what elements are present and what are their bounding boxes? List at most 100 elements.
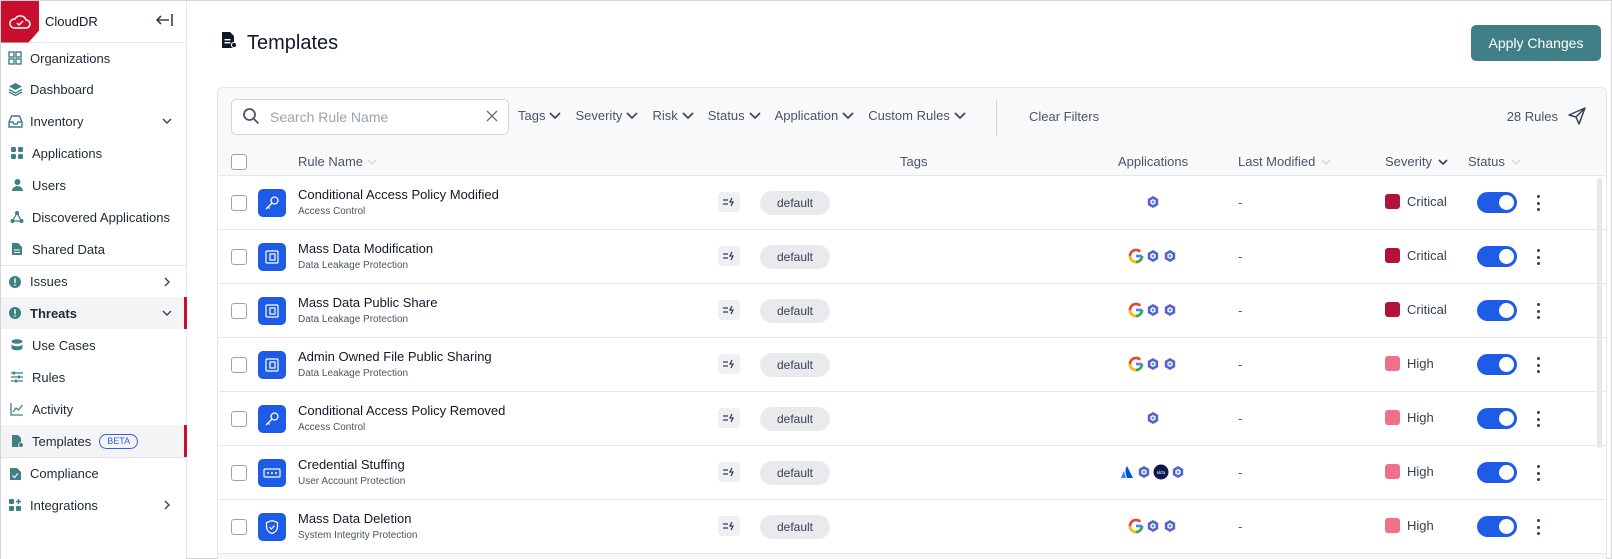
sidebar-item-label: Shared Data — [32, 241, 105, 257]
sidebar-item-activity[interactable]: Activity — [1, 393, 186, 425]
sidebar-item-shared-data[interactable]: Shared Data — [1, 233, 186, 265]
status-toggle[interactable] — [1477, 192, 1517, 213]
rule-name[interactable]: Conditional Access Policy Removed — [298, 403, 505, 418]
application-icons — [1128, 302, 1179, 318]
filter-application[interactable]: Application — [775, 108, 855, 123]
tag-chip: default — [760, 515, 830, 539]
sidebar-item-issues[interactable]: Issues — [1, 265, 186, 297]
user-icon — [9, 177, 25, 193]
table-row[interactable]: Credential Stuffing User Account Protect… — [218, 446, 1606, 500]
sidebar-item-organizations[interactable]: Organizations — [1, 43, 186, 73]
page-title: Templates — [221, 31, 338, 55]
more-options-icon[interactable] — [1532, 301, 1544, 321]
table-row[interactable]: Mass Data Modification Data Leakage Prot… — [218, 230, 1606, 284]
more-options-icon[interactable] — [1532, 193, 1544, 213]
rule-name[interactable]: Mass Data Deletion — [298, 511, 411, 526]
table-row[interactable]: Mass Data Deletion System Integrity Prot… — [218, 500, 1606, 554]
rule-type-icon[interactable] — [718, 354, 740, 374]
collapse-sidebar-icon[interactable] — [155, 13, 174, 32]
more-options-icon[interactable] — [1532, 409, 1544, 429]
status-toggle[interactable] — [1477, 408, 1517, 429]
table-scrollbar[interactable] — [1597, 178, 1602, 448]
rule-name[interactable]: Conditional Access Policy Modified — [298, 187, 499, 202]
rule-category: Access Control — [298, 206, 366, 217]
chevron-right-icon[interactable] — [160, 498, 174, 512]
more-options-icon[interactable] — [1532, 355, 1544, 375]
row-checkbox[interactable] — [231, 465, 247, 481]
status-toggle[interactable] — [1477, 354, 1517, 375]
row-checkbox[interactable] — [231, 519, 247, 535]
ms-icon — [1145, 302, 1161, 318]
table-row[interactable]: Conditional Access Policy Removed Access… — [218, 392, 1606, 446]
rule-type-icon[interactable] — [718, 408, 740, 428]
filter-tags[interactable]: Tags — [518, 108, 562, 123]
severity-badge: Critical — [1385, 248, 1447, 263]
rule-name[interactable]: Mass Data Public Share — [298, 295, 437, 310]
filter-custom-rules[interactable]: Custom Rules — [868, 108, 966, 123]
rule-type-icon[interactable] — [718, 516, 740, 536]
search-input[interactable] — [270, 109, 486, 125]
rule-type-icon[interactable] — [718, 192, 740, 212]
folder-icon — [258, 351, 286, 379]
sidebar-item-rules[interactable]: Rules — [1, 361, 186, 393]
row-checkbox[interactable] — [231, 195, 247, 211]
row-checkbox[interactable] — [231, 411, 247, 427]
rule-type-icon[interactable] — [718, 246, 740, 266]
table-row[interactable]: Admin Owned File Public Sharing Data Lea… — [218, 338, 1606, 392]
chevron-down-icon[interactable] — [160, 306, 174, 320]
sidebar-item-use-cases[interactable]: Use Cases — [1, 329, 186, 361]
rule-name[interactable]: Admin Owned File Public Sharing — [298, 349, 492, 364]
ms-icon — [1145, 248, 1161, 264]
column-last-modified[interactable]: Last Modified — [1238, 154, 1331, 169]
clear-search-icon[interactable] — [486, 110, 498, 125]
template-icon — [9, 433, 25, 449]
row-checkbox[interactable] — [231, 249, 247, 265]
sidebar-item-integrations[interactable]: Integrations — [1, 489, 186, 521]
row-checkbox[interactable] — [231, 303, 247, 319]
rule-type-icon[interactable] — [718, 300, 740, 320]
ms-icon — [1170, 464, 1186, 480]
rule-name[interactable]: Credential Stuffing — [298, 457, 405, 472]
sidebar-item-users[interactable]: Users — [1, 169, 186, 201]
svg-text:okta: okta — [1157, 470, 1166, 475]
last-modified: - — [1238, 519, 1243, 534]
filter-severity[interactable]: Severity — [575, 108, 639, 123]
table-row[interactable]: Mass Data Public Share Data Leakage Prot… — [218, 284, 1606, 338]
clear-filters-button[interactable]: Clear Filters — [1029, 109, 1099, 124]
apply-changes-button[interactable]: Apply Changes — [1471, 25, 1601, 61]
status-toggle[interactable] — [1477, 246, 1517, 267]
status-toggle[interactable] — [1477, 300, 1517, 321]
rule-category: Data Leakage Protection — [298, 314, 409, 325]
more-options-icon[interactable] — [1532, 463, 1544, 483]
sidebar-item-threats[interactable]: Threats — [1, 297, 187, 329]
column-status[interactable]: Status — [1468, 154, 1521, 169]
sidebar-item-label: Users — [32, 177, 66, 193]
filter-status[interactable]: Status — [708, 108, 761, 123]
ms-icon — [1145, 518, 1161, 534]
status-toggle[interactable] — [1477, 462, 1517, 483]
sidebar-item-label: Dashboard — [30, 81, 94, 97]
row-checkbox[interactable] — [231, 357, 247, 373]
sidebar-item-compliance[interactable]: Compliance — [1, 457, 186, 489]
sidebar-item-templates[interactable]: Templates BETA — [1, 425, 187, 457]
column-severity[interactable]: Severity — [1385, 154, 1448, 169]
column-rule-name[interactable]: Rule Name — [298, 154, 377, 169]
last-modified: - — [1238, 465, 1243, 480]
chevron-down-icon — [682, 111, 694, 119]
chevron-down-icon[interactable] — [160, 114, 174, 128]
chevron-right-icon[interactable] — [160, 275, 174, 289]
filter-risk[interactable]: Risk — [652, 108, 694, 123]
sidebar-item-discovered-applications[interactable]: Discovered Applications — [1, 201, 186, 233]
sidebar-item-dashboard[interactable]: Dashboard — [1, 73, 186, 105]
application-icons — [1128, 248, 1179, 264]
rule-type-icon[interactable] — [718, 462, 740, 482]
sidebar-item-applications[interactable]: Applications — [1, 137, 186, 169]
more-options-icon[interactable] — [1532, 247, 1544, 267]
table-row[interactable]: Conditional Access Policy Modified Acces… — [218, 176, 1606, 230]
rule-name[interactable]: Mass Data Modification — [298, 241, 433, 256]
more-options-icon[interactable] — [1532, 517, 1544, 537]
status-toggle[interactable] — [1477, 516, 1517, 537]
select-all-checkbox[interactable] — [231, 154, 247, 170]
sidebar-item-inventory[interactable]: Inventory — [1, 105, 186, 137]
send-icon[interactable] — [1568, 107, 1586, 128]
